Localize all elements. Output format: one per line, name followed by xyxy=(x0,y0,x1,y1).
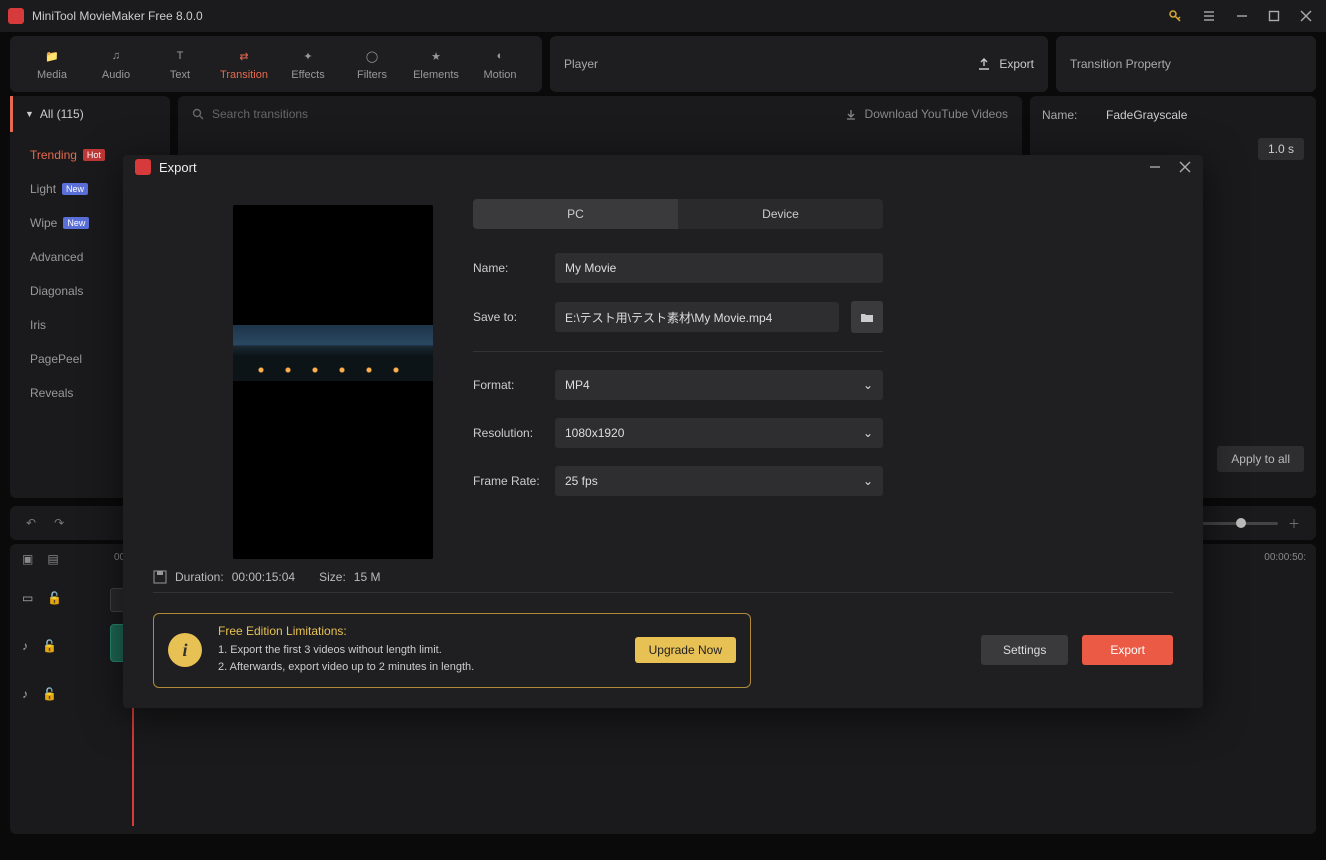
tab-pc[interactable]: PC xyxy=(473,199,678,229)
marker-list-icon[interactable]: ▤ xyxy=(47,552,58,566)
app-logo-icon xyxy=(135,159,151,175)
limitations-line1: 1. Export the first 3 videos without len… xyxy=(218,642,474,660)
tab-filters[interactable]: ◯Filters xyxy=(340,38,404,90)
export-dialog-titlebar: Export xyxy=(123,155,1203,179)
folder-icon: 📁 xyxy=(43,47,61,65)
category-header[interactable]: ▼All (115) xyxy=(10,96,170,132)
tab-audio[interactable]: ♫Audio xyxy=(84,38,148,90)
export-confirm-button[interactable]: Export xyxy=(1082,635,1173,665)
tab-transition[interactable]: ⇄Transition xyxy=(212,38,276,90)
undo-icon[interactable]: ↶ xyxy=(26,516,36,530)
save-icon xyxy=(153,570,167,584)
saveto-input[interactable] xyxy=(555,302,839,332)
minimize-icon[interactable] xyxy=(1149,161,1161,173)
apply-to-all-button[interactable]: Apply to all xyxy=(1217,446,1304,472)
settings-button[interactable]: Settings xyxy=(981,635,1068,665)
export-preview xyxy=(233,205,433,559)
text-icon: T xyxy=(171,47,189,65)
menu-icon[interactable] xyxy=(1202,9,1216,23)
prop-name-label: Name: xyxy=(1042,108,1092,122)
search-icon xyxy=(192,108,204,120)
property-label: Transition Property xyxy=(1070,57,1171,71)
prop-duration[interactable]: 1.0 s xyxy=(1258,138,1304,160)
redo-icon[interactable]: ↷ xyxy=(54,516,64,530)
export-dialog: Export PC Device Name: Save to: xyxy=(123,155,1203,708)
maximize-icon[interactable] xyxy=(1268,10,1280,22)
framerate-select[interactable]: 25 fps⌄ xyxy=(555,466,883,496)
lock-icon[interactable]: 🔓 xyxy=(47,591,62,605)
close-icon[interactable] xyxy=(1300,10,1312,22)
close-icon[interactable] xyxy=(1179,161,1191,173)
framerate-label: Frame Rate: xyxy=(473,474,543,488)
export-info: Duration: 00:00:15:04 Size: 15 M xyxy=(123,567,1203,586)
app-title: MiniTool MovieMaker Free 8.0.0 xyxy=(32,9,1168,23)
name-label: Name: xyxy=(473,261,543,275)
format-label: Format: xyxy=(473,378,543,392)
motion-icon: ◐ xyxy=(491,47,509,65)
saveto-label: Save to: xyxy=(473,310,543,324)
tab-device[interactable]: Device xyxy=(678,199,883,229)
upgrade-now-button[interactable]: Upgrade Now xyxy=(635,637,736,663)
video-track-icon: ▭ xyxy=(22,591,33,605)
limitations-heading: Free Edition Limitations: xyxy=(218,624,474,638)
audio-track-icon: ♪ xyxy=(22,687,28,701)
player-panel-header: Player Export xyxy=(550,36,1048,92)
limitations-line2: 2. Afterwards, export video up to 2 minu… xyxy=(218,659,474,677)
resolution-select[interactable]: 1080x1920⌄ xyxy=(555,418,883,448)
zoom-in-icon[interactable]: ＋ xyxy=(1288,515,1300,532)
info-icon: i xyxy=(168,633,202,667)
export-form: PC Device Name: Save to: Format: MP4⌄ Re… xyxy=(473,199,883,559)
search-input[interactable]: Search transitions xyxy=(192,107,308,121)
format-select[interactable]: MP4⌄ xyxy=(555,370,883,400)
filters-icon: ◯ xyxy=(363,47,381,65)
prop-name-value: FadeGrayscale xyxy=(1106,108,1187,122)
music-icon: ♫ xyxy=(107,47,125,65)
upload-icon xyxy=(977,57,991,71)
key-icon[interactable] xyxy=(1168,9,1182,23)
chevron-down-icon: ⌄ xyxy=(863,378,873,392)
mode-tabs: 📁Media ♫Audio TText ⇄Transition ✦Effects… xyxy=(10,36,542,92)
tab-motion[interactable]: ◐Motion xyxy=(468,38,532,90)
minimize-icon[interactable] xyxy=(1236,10,1248,22)
tab-elements[interactable]: ★Elements xyxy=(404,38,468,90)
lock-icon[interactable]: 🔓 xyxy=(42,687,57,701)
marker-add-icon[interactable]: ▣ xyxy=(22,552,33,566)
toolbar: 📁Media ♫Audio TText ⇄Transition ✦Effects… xyxy=(0,32,1326,92)
resolution-label: Resolution: xyxy=(473,426,543,440)
tab-media[interactable]: 📁Media xyxy=(20,38,84,90)
tab-effects[interactable]: ✦Effects xyxy=(276,38,340,90)
elements-icon: ★ xyxy=(427,47,445,65)
app-logo-icon xyxy=(8,8,24,24)
download-youtube-link[interactable]: Download YouTube Videos xyxy=(845,107,1008,121)
titlebar: MiniTool MovieMaker Free 8.0.0 xyxy=(0,0,1326,32)
export-button[interactable]: Export xyxy=(977,57,1034,71)
export-target-tabs: PC Device xyxy=(473,199,883,229)
folder-icon xyxy=(860,310,874,324)
browse-button[interactable] xyxy=(851,301,883,333)
limitations-box: i Free Edition Limitations: 1. Export th… xyxy=(153,613,751,688)
effects-icon: ✦ xyxy=(299,47,317,65)
property-panel-header: Transition Property xyxy=(1056,36,1316,92)
chevron-down-icon: ▼ xyxy=(25,109,34,119)
audio-track-icon: ♪ xyxy=(22,639,28,653)
tab-text[interactable]: TText xyxy=(148,38,212,90)
chevron-down-icon: ⌄ xyxy=(863,474,873,488)
lock-icon[interactable]: 🔓 xyxy=(42,639,57,653)
export-dialog-title: Export xyxy=(159,160,1149,175)
name-input[interactable] xyxy=(555,253,883,283)
player-label: Player xyxy=(564,57,598,71)
chevron-down-icon: ⌄ xyxy=(863,426,873,440)
transition-icon: ⇄ xyxy=(235,47,253,65)
download-icon xyxy=(845,108,857,120)
timecode-right: 00:00:50: xyxy=(1264,552,1306,563)
